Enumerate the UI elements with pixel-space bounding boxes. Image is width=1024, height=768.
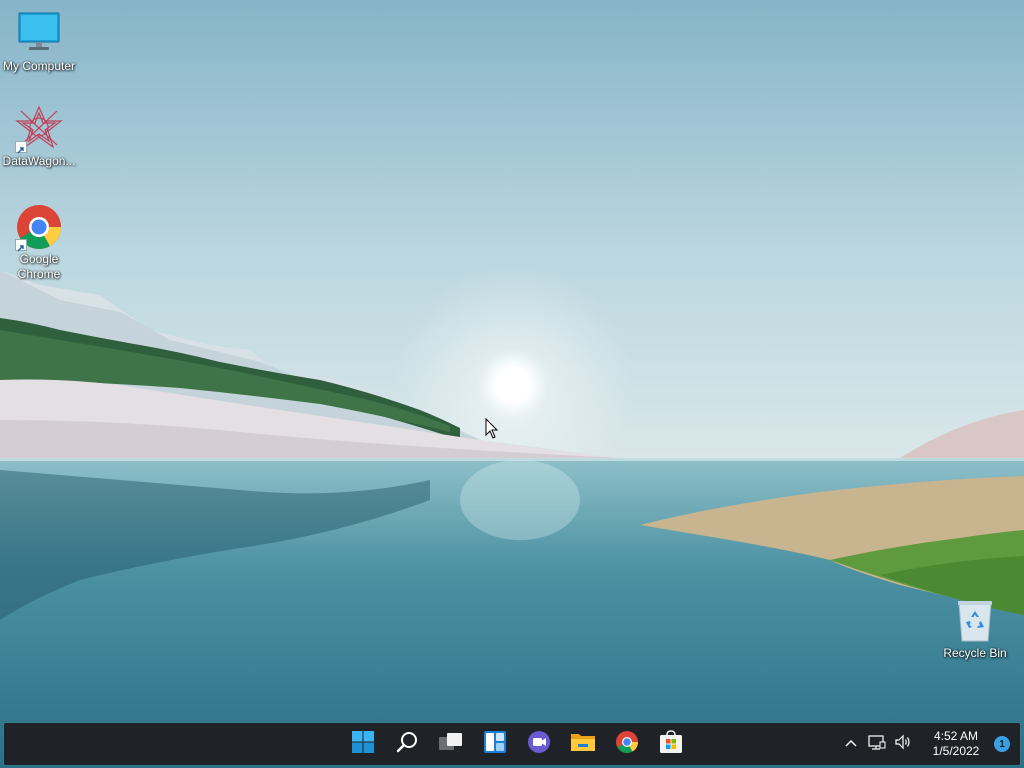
- network-button[interactable]: [865, 729, 889, 759]
- chat-button[interactable]: [519, 724, 559, 764]
- clock-time: 4:52 AM: [933, 729, 979, 743]
- system-tray: 4:52 AM 1/5/2022 1: [838, 723, 1020, 765]
- taskbar: 4:52 AM 1/5/2022 1: [4, 723, 1020, 765]
- recycle-bin-icon: [951, 597, 999, 645]
- monitor-icon: [15, 10, 63, 58]
- chevron-up-icon: [844, 735, 858, 753]
- chrome-taskbar-button[interactable]: [607, 724, 647, 764]
- task-view-button[interactable]: [431, 724, 471, 764]
- desktop-icon-label: Google Chrome: [17, 252, 61, 281]
- desktop-icon-recycle-bin[interactable]: Recycle Bin: [936, 597, 1014, 661]
- search-button[interactable]: [387, 724, 427, 764]
- desktop-icon-datawagon[interactable]: DataWagon...: [0, 105, 78, 169]
- desktop-icon-label: My Computer: [2, 59, 76, 73]
- taskbar-pinned-apps: [341, 723, 693, 765]
- widgets-button[interactable]: [475, 724, 515, 764]
- datawagon-icon: [15, 105, 63, 154]
- microsoft-store-button[interactable]: [651, 724, 691, 764]
- volume-button[interactable]: [891, 729, 915, 759]
- chrome-icon: [15, 203, 63, 252]
- folder-icon: [570, 730, 596, 759]
- shortcut-arrow-icon: [15, 141, 27, 154]
- mouse-pointer-icon: [485, 417, 499, 440]
- search-icon: [395, 730, 419, 759]
- task-view-icon: [438, 731, 464, 758]
- widgets-icon: [483, 730, 507, 759]
- desktop-icon-my-computer[interactable]: My Computer: [0, 10, 78, 74]
- desktop-wallpaper: [0, 0, 1024, 768]
- desktop-icon-label: DataWagon...: [2, 154, 76, 168]
- shortcut-arrow-icon: [15, 239, 27, 252]
- clock-date: 1/5/2022: [932, 744, 980, 758]
- store-icon: [658, 729, 684, 760]
- network-icon: [868, 734, 886, 755]
- start-button[interactable]: [343, 724, 383, 764]
- desktop-icon-label: Recycle Bin: [943, 646, 1007, 660]
- volume-icon: [894, 734, 912, 755]
- notification-badge[interactable]: 1: [994, 736, 1010, 752]
- clock[interactable]: 4:52 AM 1/5/2022: [922, 729, 990, 759]
- windows-start-icon: [351, 730, 375, 759]
- desktop-icon-google-chrome[interactable]: Google Chrome: [0, 203, 78, 282]
- file-explorer-button[interactable]: [563, 724, 603, 764]
- chrome-icon: [615, 730, 639, 759]
- show-hidden-icons-button[interactable]: [839, 729, 863, 759]
- chat-icon: [527, 730, 551, 759]
